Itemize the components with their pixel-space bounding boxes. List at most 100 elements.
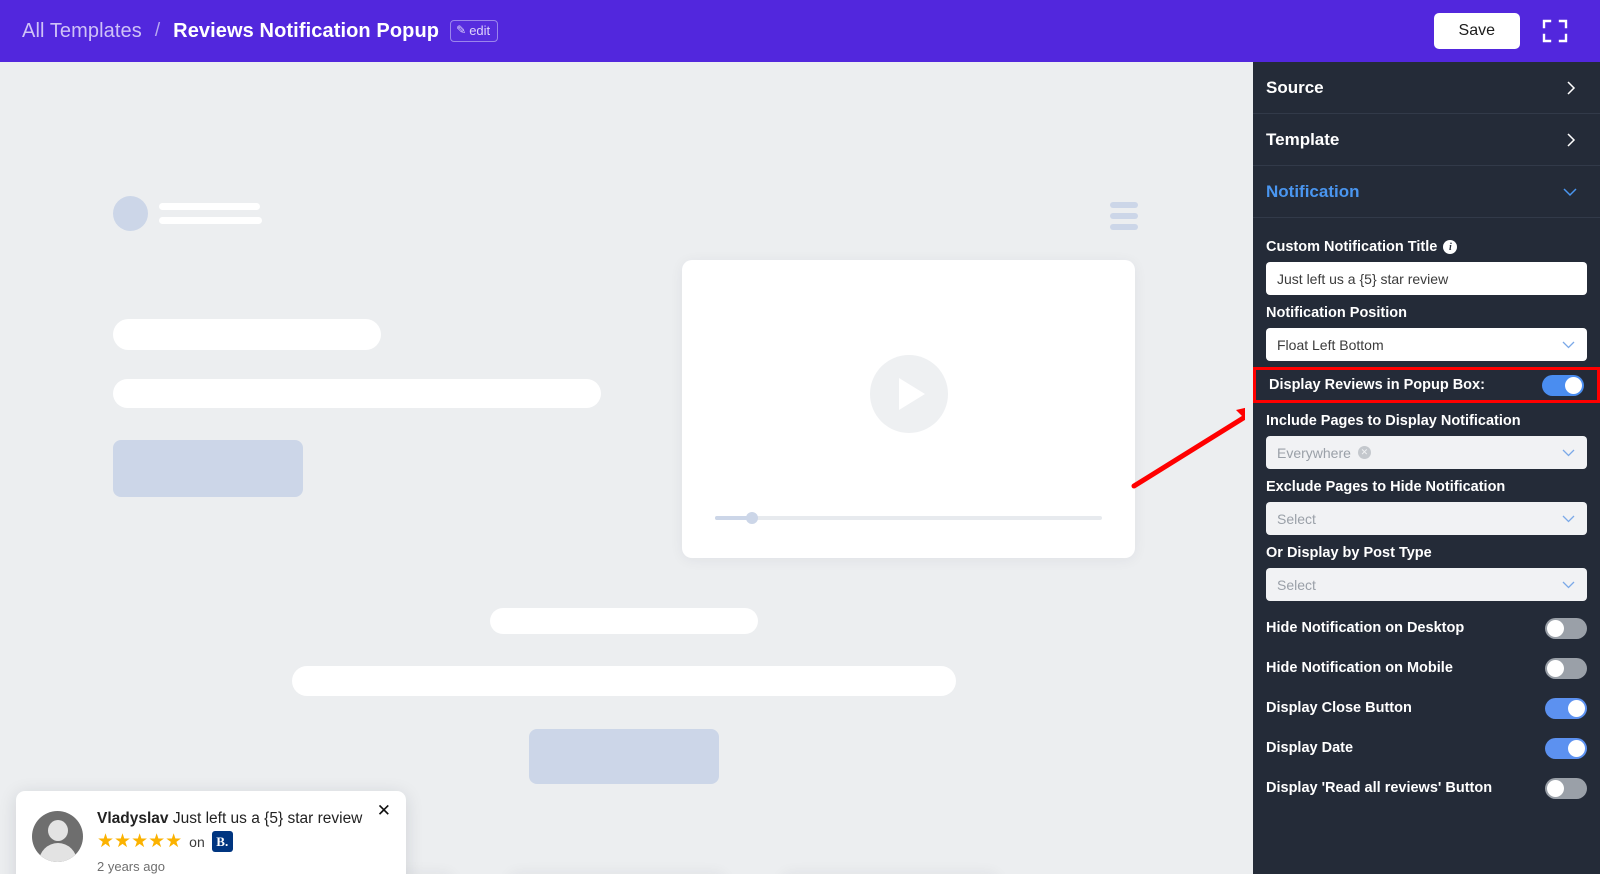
- breadcrumb-separator: /: [154, 20, 161, 41]
- toggle-knob: [1547, 659, 1564, 677]
- skeleton-bar: [292, 666, 956, 696]
- video-player-placeholder[interactable]: [682, 260, 1135, 558]
- display-read-all-reviews-label: Display 'Read all reviews' Button: [1266, 780, 1493, 796]
- hamburger-bar: [1110, 224, 1138, 230]
- post-type-placeholder: Select: [1277, 576, 1316, 593]
- hamburger-bar: [1110, 213, 1138, 219]
- breadcrumb: All Templates / Reviews Notification Pop…: [22, 19, 499, 43]
- chevron-down-icon: [1562, 581, 1575, 589]
- edit-chip-label: edit: [469, 23, 491, 38]
- fullscreen-icon[interactable]: [1542, 18, 1568, 44]
- display-date-toggle[interactable]: [1545, 737, 1587, 759]
- post-type-label: Or Display by Post Type: [1266, 545, 1432, 561]
- hamburger-bar: [1110, 202, 1138, 208]
- close-icon[interactable]: ✕: [375, 800, 393, 821]
- post-type-select[interactable]: Select: [1266, 568, 1587, 601]
- display-reviews-in-popup-box-toggle[interactable]: [1542, 374, 1584, 396]
- sidebar-section-source-label: Source: [1266, 77, 1324, 97]
- display-close-button-toggle[interactable]: [1545, 697, 1587, 719]
- notification-position-value: Float Left Bottom: [1277, 336, 1384, 353]
- star-rating-icon: ★★★★★: [97, 831, 183, 853]
- notification-title: Vladyslav Just left us a {5} star review: [97, 809, 392, 828]
- hide-on-desktop-row[interactable]: Hide Notification on Desktop: [1266, 609, 1587, 647]
- display-read-all-reviews-toggle[interactable]: [1545, 777, 1587, 799]
- toggle-knob: [1568, 699, 1585, 717]
- display-close-button-row[interactable]: Display Close Button: [1266, 689, 1587, 727]
- custom-notification-title-input[interactable]: [1266, 262, 1587, 295]
- settings-sidebar: Source Template Notification Custom Noti…: [1253, 62, 1600, 874]
- reviewer-name: Vladyslav: [97, 810, 169, 827]
- save-button[interactable]: Save: [1433, 13, 1520, 49]
- app-root: All Templates / Reviews Notification Pop…: [0, 0, 1600, 874]
- chevron-down-icon: [1562, 449, 1575, 457]
- reviewer-avatar: [32, 811, 83, 862]
- hide-on-mobile-row[interactable]: Hide Notification on Mobile: [1266, 649, 1587, 687]
- play-button-icon[interactable]: [869, 355, 948, 434]
- skeleton-bar: [113, 319, 381, 350]
- include-pages-label-row: Include Pages to Display Notification: [1266, 413, 1587, 429]
- page-title: Reviews Notification Popup: [173, 19, 440, 42]
- rating-row: ★★★★★ on B.: [97, 831, 392, 853]
- hide-on-mobile-label: Hide Notification on Mobile: [1266, 660, 1453, 676]
- video-progress-track[interactable]: [715, 512, 1102, 524]
- position-label-row: Notification Position: [1266, 305, 1587, 321]
- booking-source-badge: B.: [211, 831, 233, 853]
- skeleton-avatar: [113, 196, 148, 231]
- edit-template-name-button[interactable]: ✎ edit: [450, 20, 499, 42]
- include-pages-value: Everywhere: [1277, 444, 1351, 461]
- hamburger-menu-icon[interactable]: [1110, 202, 1138, 235]
- sidebar-section-notification-label: Notification: [1266, 181, 1360, 201]
- video-progress-handle[interactable]: [745, 512, 758, 524]
- display-reviews-in-popup-box-row[interactable]: Display Reviews in Popup Box:: [1253, 367, 1600, 403]
- skeleton-header-line-2: [159, 217, 262, 224]
- review-notification-popup[interactable]: Vladyslav Just left us a {5} star review…: [16, 791, 406, 874]
- top-bar-actions: Save: [1433, 13, 1578, 49]
- hide-on-mobile-toggle[interactable]: [1545, 657, 1587, 679]
- notification-message: Just left us a {5} star review: [172, 810, 363, 827]
- breadcrumb-all-templates[interactable]: All Templates: [22, 20, 142, 43]
- on-label: on: [189, 833, 205, 850]
- remove-tag-icon[interactable]: ✕: [1357, 446, 1371, 459]
- display-close-button-label: Display Close Button: [1266, 700, 1412, 716]
- toggle-knob: [1547, 779, 1564, 797]
- canvas-gutter: [1245, 62, 1253, 874]
- toggle-knob: [1547, 619, 1564, 637]
- notification-settings-panel: Custom Notification Title i Notification…: [1253, 218, 1600, 807]
- sidebar-section-source[interactable]: Source: [1253, 62, 1600, 114]
- chevron-right-icon: [1567, 132, 1576, 147]
- notification-body: Vladyslav Just left us a {5} star review…: [97, 807, 392, 874]
- display-date-label: Display Date: [1266, 740, 1354, 756]
- avatar-head: [47, 820, 68, 841]
- sidebar-section-template[interactable]: Template: [1253, 114, 1600, 166]
- info-icon[interactable]: i: [1443, 240, 1458, 254]
- exclude-pages-placeholder: Select: [1277, 510, 1316, 527]
- hide-on-desktop-toggle[interactable]: [1545, 617, 1587, 639]
- post-type-label-row: Or Display by Post Type: [1266, 545, 1587, 561]
- review-date: 2 years ago: [97, 859, 165, 874]
- sidebar-section-template-label: Template: [1266, 129, 1340, 149]
- play-triangle: [899, 378, 925, 411]
- skeleton-button-block: [113, 440, 303, 497]
- notification-position-select[interactable]: Float Left Bottom: [1266, 328, 1587, 361]
- sidebar-section-notification[interactable]: Notification: [1253, 166, 1600, 218]
- exclude-pages-label-row: Exclude Pages to Hide Notification: [1266, 479, 1587, 495]
- pencil-icon: ✎: [456, 22, 467, 37]
- notification-position-label: Notification Position: [1266, 305, 1407, 321]
- chevron-right-icon: [1567, 80, 1576, 95]
- include-pages-select[interactable]: Everywhere ✕: [1266, 436, 1587, 469]
- skeleton-bar: [490, 608, 758, 634]
- hide-on-desktop-label: Hide Notification on Desktop: [1266, 620, 1465, 636]
- display-date-row[interactable]: Display Date: [1266, 729, 1587, 767]
- display-read-all-reviews-row[interactable]: Display 'Read all reviews' Button: [1266, 769, 1587, 807]
- custom-title-label: Custom Notification Title: [1266, 239, 1438, 255]
- chevron-down-icon: [1563, 187, 1577, 196]
- top-bar: All Templates / Reviews Notification Pop…: [0, 0, 1600, 62]
- template-preview-canvas: Vladyslav Just left us a {5} star review…: [0, 62, 1245, 874]
- skeleton-bar: [113, 379, 601, 408]
- include-pages-label: Include Pages to Display Notification: [1266, 413, 1521, 429]
- custom-title-label-row: Custom Notification Title i: [1266, 239, 1587, 255]
- chevron-down-icon: [1562, 515, 1575, 523]
- skeleton-header-line-1: [159, 203, 260, 210]
- exclude-pages-select[interactable]: Select: [1266, 502, 1587, 535]
